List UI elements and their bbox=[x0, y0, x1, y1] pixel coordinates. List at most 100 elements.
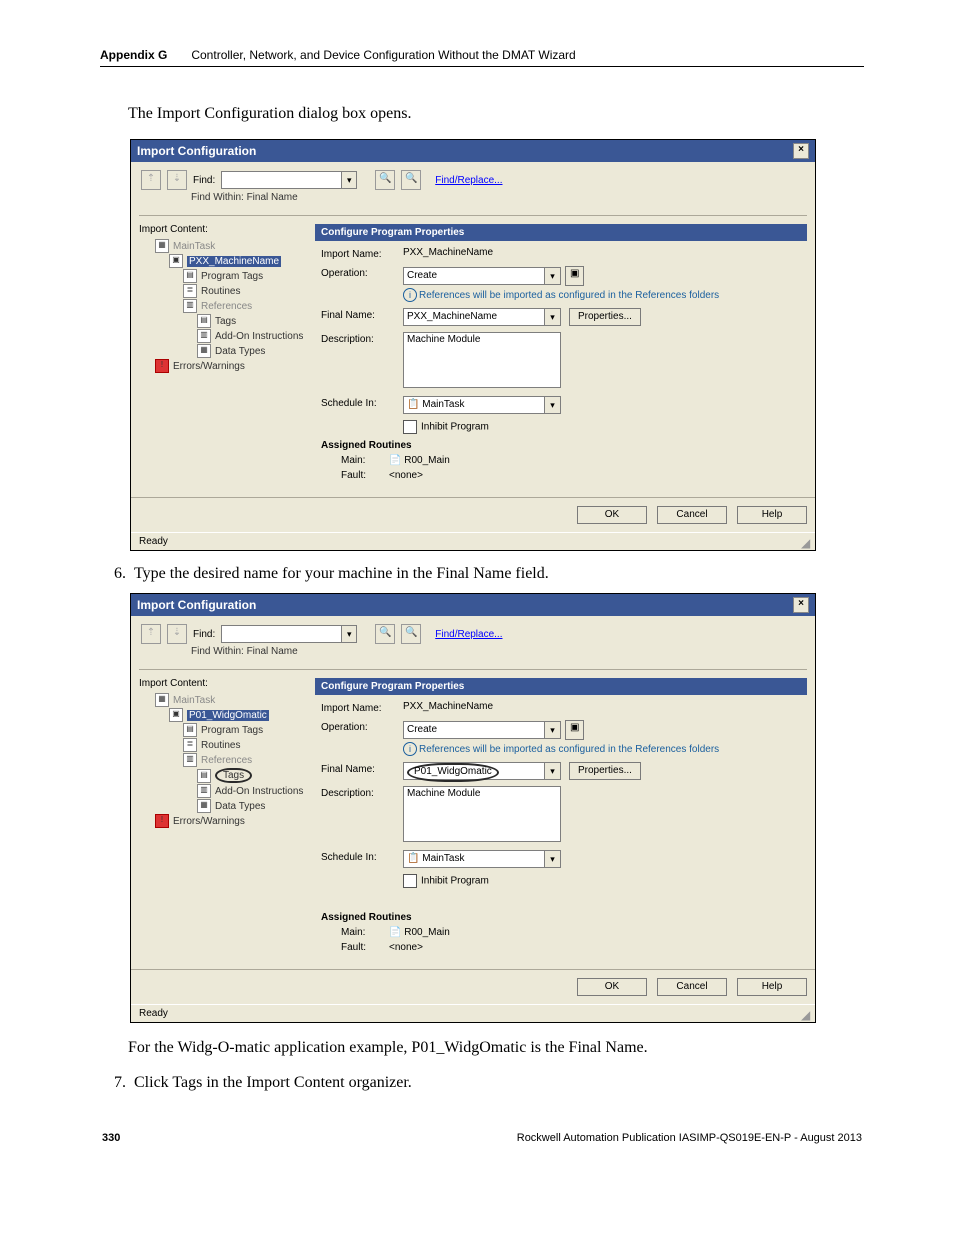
tree-item-maintask[interactable]: ▦MainTask bbox=[141, 239, 307, 254]
info-icon: i bbox=[403, 742, 417, 756]
error-icon: ! bbox=[155, 814, 169, 828]
tree-item-program-tags[interactable]: ▤Program Tags bbox=[141, 269, 307, 284]
tree-item-addon[interactable]: ▥Add-On Instructions bbox=[141, 784, 307, 799]
cancel-button[interactable]: Cancel bbox=[657, 506, 727, 524]
toolbar: ⇡ ⇣ Find: ▾ 🔍 🔍 Find/Replace... bbox=[131, 616, 815, 646]
dialog-title: Import Configuration bbox=[137, 144, 256, 158]
appendix-label: Appendix G bbox=[100, 48, 167, 62]
chevron-down-icon[interactable]: ▾ bbox=[544, 309, 560, 325]
operation-note: iReferences will be imported as configur… bbox=[403, 742, 719, 756]
inhibit-checkbox[interactable] bbox=[403, 420, 417, 434]
tree-item-routines[interactable]: ≣Routines bbox=[141, 738, 307, 753]
task-icon: ▦ bbox=[155, 693, 169, 707]
ok-button[interactable]: OK bbox=[577, 978, 647, 996]
chevron-down-icon[interactable]: ▾ bbox=[544, 763, 560, 779]
step-7: 7. Click Tags in the Import Content orga… bbox=[110, 1074, 864, 1092]
ok-button[interactable]: OK bbox=[577, 506, 647, 524]
page-header: Appendix G Controller, Network, and Devi… bbox=[100, 48, 864, 67]
find-input[interactable]: ▾ bbox=[221, 625, 357, 643]
operation-select[interactable]: Create▾ bbox=[403, 721, 561, 739]
nav-prev-icon[interactable]: ⇡ bbox=[141, 624, 161, 644]
tree-item-datatypes[interactable]: ▦Data Types bbox=[141, 344, 307, 359]
tree-item-program[interactable]: ▣PXX_MachineName bbox=[141, 254, 307, 269]
status-bar: Ready◢ bbox=[131, 532, 815, 550]
tree-item-maintask[interactable]: ▦MainTask bbox=[141, 693, 307, 708]
find-prev-icon[interactable]: 🔍 bbox=[401, 624, 421, 644]
chevron-down-icon[interactable]: ▾ bbox=[544, 722, 560, 738]
chevron-down-icon[interactable]: ▾ bbox=[544, 397, 560, 413]
addon-icon: ▥ bbox=[197, 784, 211, 798]
step-text: Type the desired name for your machine i… bbox=[134, 565, 549, 583]
import-name-value: PXX_MachineName bbox=[403, 701, 493, 712]
resize-grip-icon[interactable]: ◢ bbox=[801, 536, 813, 548]
schedule-select[interactable]: 📋 MainTask▾ bbox=[403, 850, 561, 868]
tree-item-errors[interactable]: !Errors/Warnings bbox=[141, 814, 307, 829]
dialog-footer: OK Cancel Help bbox=[131, 969, 815, 1004]
operation-extra-button[interactable]: ▣ bbox=[565, 266, 584, 286]
tags-icon: ▤ bbox=[183, 723, 197, 737]
main-routine-value: 📄 R00_Main bbox=[389, 927, 450, 938]
tree-item-routines[interactable]: ≣Routines bbox=[141, 284, 307, 299]
properties-pane: Configure Program Properties Import Name… bbox=[315, 224, 807, 489]
final-name-label: Final Name: bbox=[321, 308, 395, 321]
titlebar: Import Configuration × bbox=[131, 594, 815, 616]
nav-next-icon[interactable]: ⇣ bbox=[167, 170, 187, 190]
find-replace-link[interactable]: Find/Replace... bbox=[435, 629, 502, 640]
import-configuration-dialog-2: Import Configuration × ⇡ ⇣ Find: ▾ 🔍 🔍 F… bbox=[130, 593, 816, 1023]
close-icon[interactable]: × bbox=[793, 143, 809, 159]
chevron-down-icon[interactable]: ▾ bbox=[544, 851, 560, 867]
tree-item-references[interactable]: ▥References bbox=[141, 299, 307, 314]
find-prev-icon[interactable]: 🔍 bbox=[401, 170, 421, 190]
find-within-label: Find Within: Final Name bbox=[131, 192, 815, 211]
nav-next-icon[interactable]: ⇣ bbox=[167, 624, 187, 644]
description-textarea[interactable]: Machine Module bbox=[403, 786, 561, 842]
tree-item-tags[interactable]: ▤Tags bbox=[141, 768, 307, 784]
nav-prev-icon[interactable]: ⇡ bbox=[141, 170, 161, 190]
publication-info: Rockwell Automation Publication IASIMP-Q… bbox=[517, 1132, 862, 1144]
operation-extra-button[interactable]: ▣ bbox=[565, 720, 584, 740]
final-name-input[interactable]: P01_WidgOmatic▾ bbox=[403, 762, 561, 780]
import-name-label: Import Name: bbox=[321, 701, 395, 714]
divider bbox=[139, 669, 807, 670]
help-button[interactable]: Help bbox=[737, 978, 807, 996]
description-label: Description: bbox=[321, 786, 395, 799]
resize-grip-icon[interactable]: ◢ bbox=[801, 1008, 813, 1020]
toolbar: ⇡ ⇣ Find: ▾ 🔍 🔍 Find/Replace... bbox=[131, 162, 815, 192]
inhibit-checkbox[interactable] bbox=[403, 874, 417, 888]
operation-label: Operation: bbox=[321, 266, 395, 279]
find-next-icon[interactable]: 🔍 bbox=[375, 624, 395, 644]
assigned-routines-heading: Assigned Routines bbox=[321, 912, 801, 923]
final-name-label: Final Name: bbox=[321, 762, 395, 775]
main-routine-value: 📄 R00_Main bbox=[389, 455, 450, 466]
final-name-input[interactable]: PXX_MachineName▾ bbox=[403, 308, 561, 326]
fault-routine-value: <none> bbox=[389, 470, 423, 481]
find-input[interactable]: ▾ bbox=[221, 171, 357, 189]
cancel-button[interactable]: Cancel bbox=[657, 978, 727, 996]
chevron-down-icon[interactable]: ▾ bbox=[544, 268, 560, 284]
tree-item-program[interactable]: ▣P01_WidgOmatic bbox=[141, 708, 307, 723]
schedule-select[interactable]: 📋 MainTask▾ bbox=[403, 396, 561, 414]
tree-item-datatypes[interactable]: ▦Data Types bbox=[141, 799, 307, 814]
tag-icon: ▤ bbox=[197, 314, 211, 328]
dialog-footer: OK Cancel Help bbox=[131, 497, 815, 532]
schedule-label: Schedule In: bbox=[321, 850, 395, 863]
fault-routine-value: <none> bbox=[389, 942, 423, 953]
tree-item-references[interactable]: ▥References bbox=[141, 753, 307, 768]
chevron-down-icon[interactable]: ▾ bbox=[341, 626, 356, 642]
tree-item-program-tags[interactable]: ▤Program Tags bbox=[141, 723, 307, 738]
description-textarea[interactable]: Machine Module bbox=[403, 332, 561, 388]
close-icon[interactable]: × bbox=[793, 597, 809, 613]
operation-select[interactable]: Create▾ bbox=[403, 267, 561, 285]
find-replace-link[interactable]: Find/Replace... bbox=[435, 175, 502, 186]
pane-header: Configure Program Properties bbox=[315, 224, 807, 241]
properties-button[interactable]: Properties... bbox=[569, 762, 641, 780]
help-button[interactable]: Help bbox=[737, 506, 807, 524]
find-next-icon[interactable]: 🔍 bbox=[375, 170, 395, 190]
tree-item-addon[interactable]: ▥Add-On Instructions bbox=[141, 329, 307, 344]
properties-button[interactable]: Properties... bbox=[569, 308, 641, 326]
tree-item-errors[interactable]: !Errors/Warnings bbox=[141, 359, 307, 374]
tree-item-tags[interactable]: ▤Tags bbox=[141, 314, 307, 329]
chevron-down-icon[interactable]: ▾ bbox=[341, 172, 356, 188]
tree-heading: Import Content: bbox=[139, 678, 309, 689]
routines-icon: ≣ bbox=[183, 738, 197, 752]
